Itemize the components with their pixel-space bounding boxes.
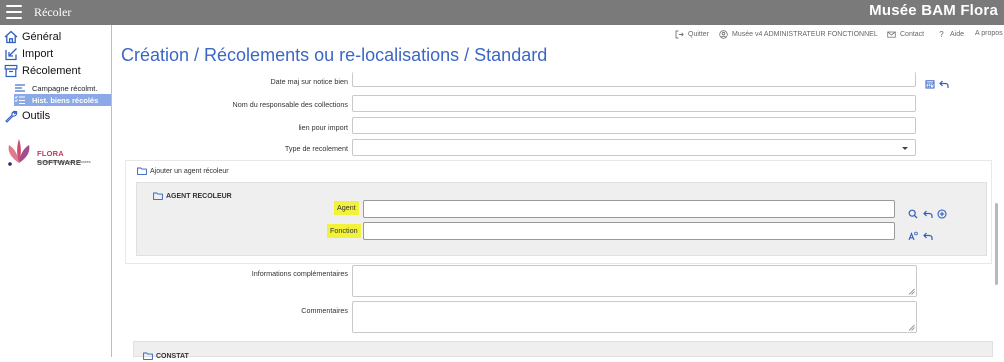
quit-link[interactable]: Quitter xyxy=(675,30,709,39)
user-link[interactable]: Musée v4 ADMINISTRATEUR FONCTIONNEL xyxy=(719,30,878,39)
constat-panel xyxy=(133,341,993,357)
constat-title[interactable]: CONSTAT xyxy=(143,352,189,360)
sidebar-item-general[interactable]: Général xyxy=(4,30,61,44)
type-recolement-label: Type de recolement xyxy=(284,144,348,153)
list-icon xyxy=(14,83,26,93)
checklist-icon xyxy=(14,95,26,105)
add-agent-section-title[interactable]: Ajouter un agent récoleur xyxy=(137,167,229,175)
fonction-label: Fonction xyxy=(327,224,361,238)
folder-icon xyxy=(153,192,163,200)
agent-recoleur-panel xyxy=(136,182,987,256)
user-icon xyxy=(719,30,728,39)
folder-icon xyxy=(137,167,147,175)
agent-label: Agent xyxy=(334,201,359,215)
undo-icon[interactable] xyxy=(939,76,949,88)
sidebar-item-import[interactable]: Import xyxy=(4,47,53,61)
undo-icon[interactable] xyxy=(923,228,933,240)
infos-complementaires-textarea[interactable] xyxy=(352,265,917,297)
quit-icon xyxy=(675,30,684,39)
infos-complementaires-label: Informations complémentaires xyxy=(251,269,348,278)
date-maj-field[interactable] xyxy=(352,72,916,87)
sidebar-subitem-label: Hist. biens récolés xyxy=(32,95,99,105)
help-link[interactable]: ? Aide xyxy=(937,30,964,39)
text-format-icon[interactable] xyxy=(908,228,918,241)
logo-tagline: Bibliothèques | Archives | Musées xyxy=(37,160,91,164)
sidebar-subitem-label: Campagne récolmt. xyxy=(32,83,98,93)
sidebar-item-label: Import xyxy=(22,48,54,60)
archive-icon xyxy=(4,64,18,78)
fonction-field[interactable] xyxy=(363,222,895,240)
commentaires-label: Commentaires xyxy=(301,306,348,315)
page-title: Création / Récolements ou re-localisatio… xyxy=(121,45,548,65)
commentaires-textarea[interactable] xyxy=(352,301,917,333)
search-icon[interactable] xyxy=(908,206,918,219)
menu-icon[interactable] xyxy=(6,5,22,19)
sidebar-item-recolement[interactable]: Récolement xyxy=(4,64,81,78)
app-title: Récoler xyxy=(34,5,72,19)
top-bar: Récoler Musée BAM Flora xyxy=(0,0,1004,25)
chevron-down-icon xyxy=(902,147,908,150)
sidebar-item-label: Outils xyxy=(22,110,51,122)
sidebar-subitem-hist-biens[interactable]: Hist. biens récolés xyxy=(14,94,111,106)
calendar-icon[interactable] xyxy=(925,76,935,89)
contact-link[interactable]: Contact xyxy=(887,30,924,39)
lien-import-field[interactable] xyxy=(352,117,916,134)
home-icon xyxy=(4,30,18,44)
brand-title: Musée BAM Flora xyxy=(869,2,998,19)
flora-software-logo: FLORA SOFTWARE Bibliothèques | Archives … xyxy=(3,137,109,169)
add-circle-icon[interactable] xyxy=(937,206,947,219)
resize-grip-icon[interactable] xyxy=(908,288,915,295)
import-icon xyxy=(4,47,18,61)
sidebar-item-label: Général xyxy=(22,31,62,43)
mail-icon xyxy=(887,30,896,39)
responsable-field[interactable] xyxy=(352,95,916,112)
date-maj-label: Date maj sur notice bien xyxy=(270,77,348,86)
scrollbar[interactable] xyxy=(995,203,998,285)
folder-icon xyxy=(143,352,153,360)
about-link[interactable]: A propos xyxy=(975,30,1003,37)
sidebar-item-outils[interactable]: Outils xyxy=(4,109,50,123)
agent-recoleur-title[interactable]: AGENT RECOLEUR xyxy=(153,192,232,200)
lien-import-label: lien pour import xyxy=(298,123,348,132)
undo-icon[interactable] xyxy=(923,206,933,218)
help-icon: ? xyxy=(939,30,944,39)
wrench-icon xyxy=(4,109,18,123)
resize-grip-icon[interactable] xyxy=(908,324,915,331)
agent-field[interactable] xyxy=(363,200,895,218)
logo-name: FLORA SOFTWARE xyxy=(37,149,82,167)
sidebar: Général Import Récolement Campagne récol… xyxy=(0,25,112,357)
type-recolement-select[interactable] xyxy=(352,139,916,156)
sidebar-item-label: Récolement xyxy=(22,65,81,77)
sidebar-subitem-campagne[interactable]: Campagne récolmt. xyxy=(14,82,101,94)
responsable-label: Nom du responsable des collections xyxy=(232,100,348,109)
